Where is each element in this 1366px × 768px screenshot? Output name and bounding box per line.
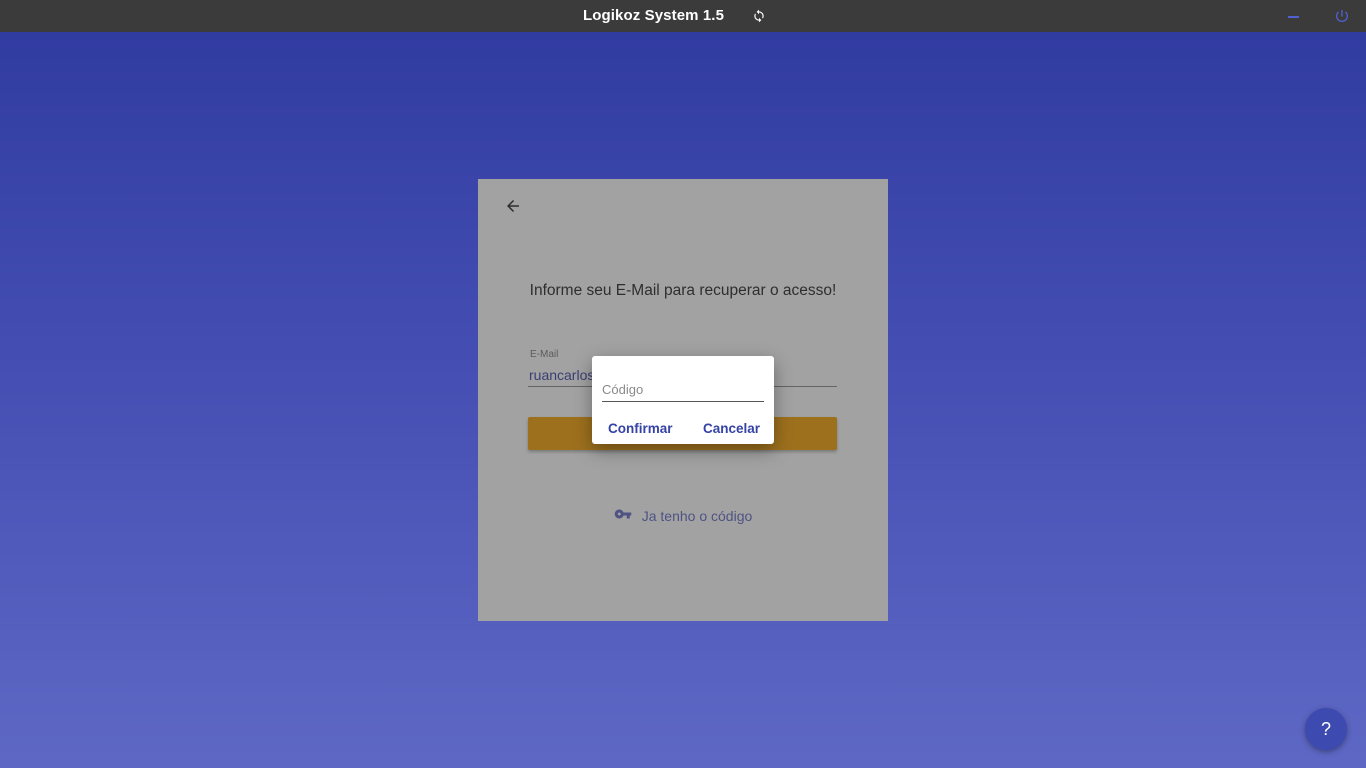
help-button[interactable]: ? [1305, 708, 1347, 750]
confirm-button[interactable]: Confirmar [608, 421, 673, 436]
title-bar: Logikoz System 1.5 [0, 0, 1366, 32]
refresh-icon[interactable] [751, 8, 767, 24]
code-dialog: Confirmar Cancelar [592, 356, 774, 444]
cancel-button[interactable]: Cancelar [703, 421, 760, 436]
app-title: Logikoz System 1.5 [583, 7, 725, 24]
minimize-icon[interactable] [1285, 10, 1303, 22]
code-input[interactable] [602, 378, 764, 402]
help-label: ? [1320, 718, 1331, 739]
power-icon[interactable] [1334, 8, 1350, 24]
